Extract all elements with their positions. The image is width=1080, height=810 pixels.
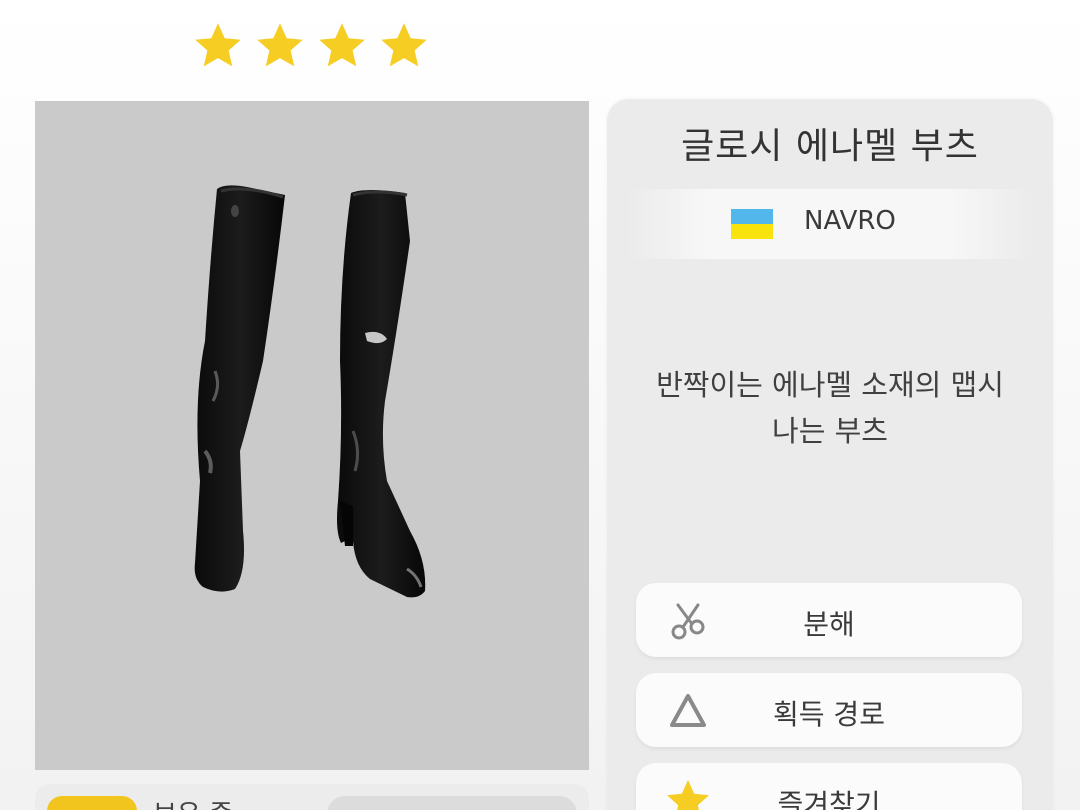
- boots-image: [194, 185, 426, 598]
- description-line-2: 나는 부츠: [772, 414, 888, 448]
- brand-row: NAVRO: [627, 189, 1033, 259]
- acquisition-route-button[interactable]: 획득 경로: [636, 673, 1022, 747]
- owned-status-bar: 보유 중: [35, 784, 589, 810]
- brand-name: NAVRO: [804, 206, 896, 236]
- disassemble-button[interactable]: 분해: [636, 583, 1022, 657]
- item-preview[interactable]: [35, 101, 589, 770]
- star-icon: [257, 23, 303, 67]
- item-detail-screen: 보유 중 글로시 에나멜 부츠 NAVRO 반짝이는 에나멜 소재의 맵시 나는…: [0, 0, 1080, 810]
- star-icon: [319, 23, 365, 67]
- item-name: 글로시 에나멜 부츠: [681, 126, 979, 167]
- star-icon: [381, 23, 427, 67]
- owned-pill[interactable]: [327, 796, 577, 810]
- rarity-stars: [192, 20, 430, 72]
- acquisition-route-label: 획득 경로: [773, 698, 885, 731]
- owned-label: 보유 중: [153, 794, 233, 810]
- description-line-1: 반짝이는 에나멜 소재의 맵시: [656, 368, 1004, 402]
- item-info-panel: 글로시 에나멜 부츠 NAVRO 반짝이는 에나멜 소재의 맵시 나는 부츠 분…: [607, 99, 1053, 810]
- star-icon: [195, 23, 241, 67]
- favorite-label: 즐겨찾기: [777, 788, 881, 810]
- owned-count-badge: [47, 796, 137, 810]
- item-description: 반짝이는 에나멜 소재의 맵시 나는 부츠: [627, 362, 1033, 454]
- brand-flag-icon: [731, 209, 773, 239]
- favorite-button[interactable]: 즐겨찾기: [636, 763, 1022, 810]
- disassemble-label: 분해: [803, 608, 855, 641]
